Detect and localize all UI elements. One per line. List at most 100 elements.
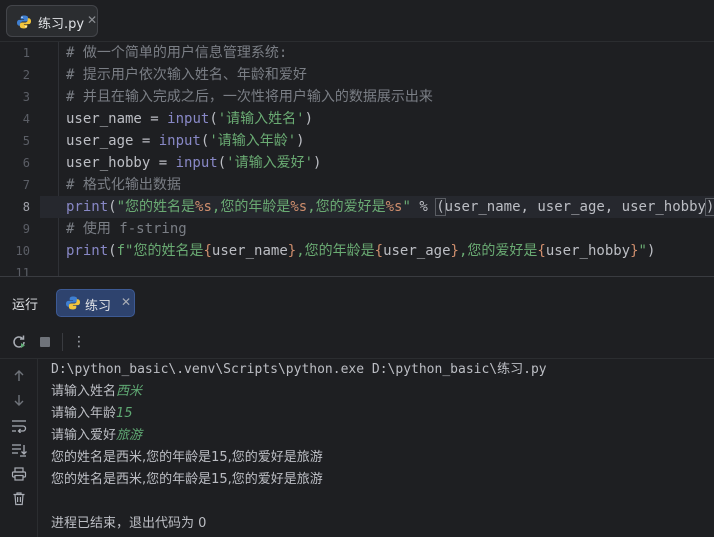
line-number: 3 (22, 90, 30, 104)
run-panel-title: 运行 (12, 298, 39, 313)
code-token: # 提示用户依次输入姓名、年龄和爱好 (66, 67, 307, 83)
code-token: user_name = (66, 111, 168, 127)
rerun-icon[interactable] (10, 333, 28, 351)
code-token: %s (290, 199, 308, 215)
code-token: # 格式化输出数据 (66, 177, 181, 193)
editor-tab-bar: 练习.py ✕ (0, 0, 714, 42)
code-token: } (450, 243, 459, 259)
code-token: ) (646, 243, 656, 259)
line-number: 6 (22, 156, 30, 170)
code-line[interactable]: print(f"您的姓名是{user_name},您的年龄是{user_age}… (66, 240, 655, 262)
run-config-tab[interactable]: 练习 ✕ (56, 289, 135, 317)
code-token: '请输入年龄' (209, 133, 297, 149)
run-tool-window: 运行 练习 ✕ ⋮ D:\python_basic\.venv\Scripts\… (0, 276, 714, 537)
editor-tab-label: 练习.py (38, 17, 85, 32)
line-number: 10 (15, 244, 30, 258)
line-number: 2 (22, 68, 30, 82)
code-token: ) (304, 111, 314, 127)
console-line: 请输入爱好旅游 (51, 425, 142, 447)
run-header: 运行 练习 ✕ (0, 277, 714, 323)
code-editor[interactable]: 1 # 做一个简单的用户信息管理系统: 2 # 提示用户依次输入姓名、年龄和爱好 3 # … (0, 42, 714, 276)
code-token: user_name, user_age, user_hobby (444, 199, 706, 215)
arrow-up-icon[interactable] (10, 367, 28, 385)
code-token: user_hobby (545, 243, 631, 259)
code-token: { (374, 243, 384, 259)
code-token: } (287, 243, 297, 259)
code-token: ( (435, 198, 446, 216)
code-token: ( (217, 155, 227, 171)
line-number: 9 (22, 222, 30, 236)
code-token: '请输入爱好' (226, 155, 314, 171)
code-token: user_hobby = (66, 155, 176, 171)
code-token: ,您的爱好是 (307, 199, 386, 215)
code-token: f"您的姓名是 (116, 243, 204, 259)
code-token: ,您的年龄是 (211, 199, 291, 215)
code-token: ( (108, 243, 117, 259)
console-line: 您的姓名是西米,您的年龄是15,您的爱好是旅游 (51, 450, 323, 465)
line-number: 11 (15, 266, 30, 276)
console-line: 请输入姓名西米 (51, 381, 142, 403)
console-prompt: 请输入姓名 (51, 384, 117, 399)
editor-tab-lianxi[interactable]: 练习.py ✕ (6, 5, 98, 37)
code-token: # 并且在输入完成之后，一次性将用户输入的数据展示出来 (66, 89, 433, 105)
line-number: 1 (22, 46, 30, 60)
code-token: ) (704, 198, 714, 216)
code-line[interactable]: user_age = input('请输入年龄') (66, 130, 305, 152)
code-line[interactable]: user_hobby = input('请输入爱好') (66, 152, 321, 174)
code-token: input (175, 155, 218, 171)
code-token: print (66, 243, 109, 259)
arrow-down-icon[interactable] (10, 391, 28, 409)
scroll-to-end-icon[interactable] (10, 441, 28, 459)
console-user-input: 15 (116, 406, 133, 421)
code-token: ( (209, 111, 218, 127)
console-side-toolbar (0, 359, 38, 537)
trash-icon[interactable] (10, 489, 28, 507)
code-token: %s (195, 199, 212, 215)
code-token: ) (313, 155, 322, 171)
code-token: # 使用 f-string (66, 221, 187, 237)
code-token: '请输入姓名' (217, 111, 305, 127)
code-token: input (167, 111, 210, 127)
python-file-icon (17, 15, 32, 29)
more-options-icon[interactable]: ⋮ (70, 333, 88, 351)
code-line[interactable]: user_name = input('请输入姓名') (66, 108, 313, 130)
code-token: ) (296, 133, 305, 149)
code-token: input (158, 133, 201, 149)
toolbar-separator (62, 333, 63, 351)
code-token: "您的姓名是 (116, 199, 196, 215)
code-line[interactable]: # 格式化输出数据 (66, 174, 181, 196)
python-file-icon (66, 296, 80, 310)
code-token: user_name (211, 243, 288, 259)
code-line[interactable]: print("您的姓名是%s,您的年龄是%s,您的爱好是%s" % (user_… (66, 196, 714, 218)
code-token: %s (385, 199, 403, 215)
code-token: user_age = (66, 133, 159, 149)
code-token: print (66, 199, 109, 215)
code-token: " (638, 243, 647, 259)
code-line[interactable]: # 做一个简单的用户信息管理系统: (66, 42, 287, 64)
code-token: # 做一个简单的用户信息管理系统: (66, 45, 288, 61)
soft-wrap-icon[interactable] (10, 417, 28, 435)
close-run-tab-icon[interactable]: ✕ (121, 295, 131, 309)
code-token: } (630, 243, 639, 259)
console-line: 您的姓名是西米,您的年龄是15,您的爱好是旅游 (51, 472, 323, 487)
code-token: { (537, 243, 546, 259)
console-prompt: 请输入爱好 (51, 428, 117, 443)
console-prompt: 请输入年龄 (51, 406, 117, 421)
line-number: 5 (22, 134, 30, 148)
stop-icon[interactable] (36, 333, 54, 351)
console-line: D:\python_basic\.venv\Scripts\python.exe… (51, 362, 547, 377)
close-tab-icon[interactable]: ✕ (87, 13, 97, 27)
code-token: ,您的年龄是 (296, 243, 375, 259)
code-token: ( (108, 199, 117, 215)
line-number: 7 (22, 178, 30, 192)
console-user-input: 旅游 (116, 428, 143, 443)
code-line[interactable]: # 并且在输入完成之后，一次性将用户输入的数据展示出来 (66, 86, 433, 108)
code-line[interactable]: # 使用 f-string (66, 218, 187, 240)
print-icon[interactable] (10, 465, 28, 483)
code-token: ,您的爱好是 (458, 243, 538, 259)
line-number: 8 (22, 200, 30, 214)
run-toolbar: ⋮ (0, 325, 714, 359)
console-line: 进程已结束，退出代码为 0 (51, 516, 207, 531)
code-line[interactable]: # 提示用户依次输入姓名、年龄和爱好 (66, 64, 307, 86)
code-token: % (410, 199, 437, 215)
